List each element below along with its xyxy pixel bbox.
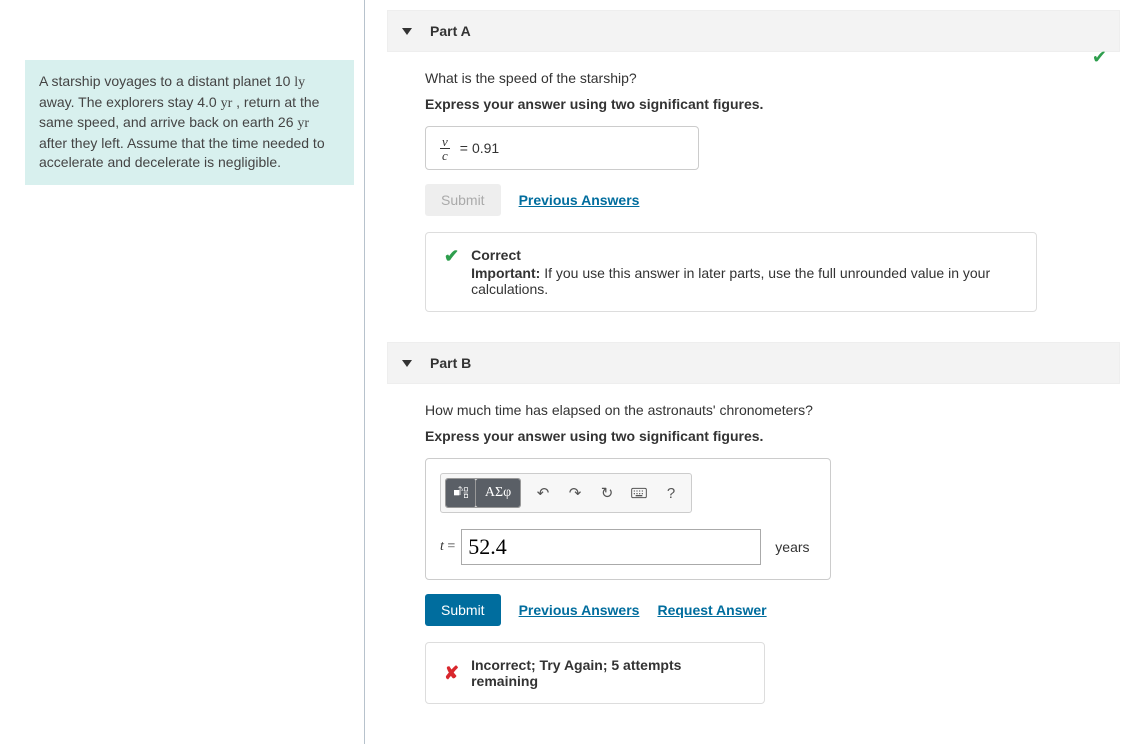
text: after they left. Assume that the time ne…	[39, 135, 325, 171]
feedback-incorrect: ✘ Incorrect; Try Again; 5 attempts remai…	[425, 642, 765, 704]
templates-icon[interactable]: x	[446, 479, 476, 507]
fraction-vc: v c	[440, 135, 450, 162]
part-a-value: 0.91	[472, 140, 499, 156]
important-note: Important: If you use this answer in lat…	[471, 265, 1018, 297]
x-icon: ✘	[444, 664, 459, 682]
undo-icon[interactable]: ↶	[527, 479, 559, 507]
part-b: Part B How much time has elapsed on the …	[387, 342, 1120, 704]
previous-answers-link[interactable]: Previous Answers	[519, 602, 640, 618]
important-text: If you use this answer in later parts, u…	[471, 265, 990, 297]
svg-text:x: x	[461, 487, 464, 493]
unit-yr: yr	[221, 96, 233, 111]
part-b-header[interactable]: Part B	[387, 342, 1120, 384]
check-icon: ✔	[444, 247, 459, 297]
part-a-question: What is the speed of the starship?	[425, 70, 1047, 86]
important-label: Important:	[471, 265, 540, 281]
caret-down-icon	[402, 28, 412, 35]
check-icon: ✔	[1092, 47, 1107, 68]
problem-statement: A starship voyages to a distant planet 1…	[25, 60, 354, 185]
greek-letters-button[interactable]: ΑΣφ	[476, 479, 520, 507]
keyboard-icon[interactable]	[623, 479, 655, 507]
part-b-title: Part B	[430, 355, 471, 371]
correct-label: Correct	[471, 247, 1018, 263]
part-a: Part A ✔ What is the speed of the starsh…	[387, 10, 1120, 312]
submit-button: Submit	[425, 184, 501, 216]
equals: =	[460, 140, 468, 156]
request-answer-link[interactable]: Request Answer	[657, 602, 766, 618]
text: away. The explorers stay 4.0	[39, 94, 221, 110]
part-a-instruction: Express your answer using two significan…	[425, 96, 1047, 112]
redo-icon[interactable]: ↷	[559, 479, 591, 507]
units-label: years	[775, 539, 809, 555]
equals: =	[444, 539, 455, 554]
unit-ly: ly	[294, 75, 305, 90]
help-icon[interactable]: ?	[655, 479, 687, 507]
caret-down-icon	[402, 360, 412, 367]
incorrect-text: Incorrect; Try Again; 5 attempts remaini…	[471, 657, 746, 689]
feedback-correct: ✔ Correct Important: If you use this ans…	[425, 232, 1037, 312]
previous-answers-link[interactable]: Previous Answers	[519, 192, 640, 208]
text: A starship voyages to a distant planet 1…	[39, 73, 294, 89]
part-a-header[interactable]: Part A ✔	[387, 10, 1120, 52]
part-a-title: Part A	[430, 23, 471, 39]
part-a-answer-box: v c = 0.91	[425, 126, 699, 170]
denominator: c	[440, 149, 450, 162]
submit-button[interactable]: Submit	[425, 594, 501, 626]
answer-input[interactable]	[461, 529, 761, 565]
reset-icon[interactable]: ↻	[591, 479, 623, 507]
part-b-instruction: Express your answer using two significan…	[425, 428, 1047, 444]
part-b-answer-box: x ΑΣφ ↶ ↷ ↻	[425, 458, 831, 580]
numerator: v	[440, 135, 450, 149]
part-b-question: How much time has elapsed on the astrona…	[425, 402, 1047, 418]
equation-toolbar: x ΑΣφ ↶ ↷ ↻	[440, 473, 692, 513]
unit-yr: yr	[297, 116, 309, 131]
variable-t: t =	[440, 539, 455, 555]
fraction-template-icon: x	[453, 485, 469, 501]
keyboard-svg-icon	[631, 485, 647, 501]
